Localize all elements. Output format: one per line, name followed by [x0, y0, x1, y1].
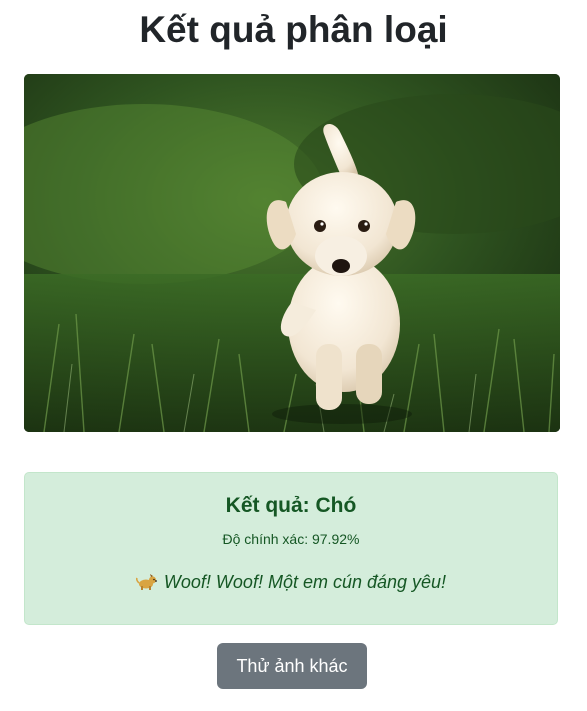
result-label: Kết quả: Chó [225, 494, 357, 517]
result-alert: Kết quả: Chó Độ chính xác: 97.92% Woof! … [24, 472, 558, 625]
result-message: Woof! Woof! Một em cún đáng yêu! [25, 569, 557, 598]
accuracy-text: Độ chính xác: 97.92% [222, 531, 360, 547]
result-message-text: Woof! Woof! Một em cún đáng yêu! [163, 572, 447, 592]
try-another-image-button[interactable]: Thử ảnh khác [217, 643, 367, 689]
dog-icon [135, 572, 158, 598]
uploaded-photo [24, 74, 560, 432]
page-title: Kết quả phân loại [139, 9, 448, 50]
classification-result-page: Kết quả phân loại Kết quả: Chó Độ chính … [0, 0, 587, 711]
